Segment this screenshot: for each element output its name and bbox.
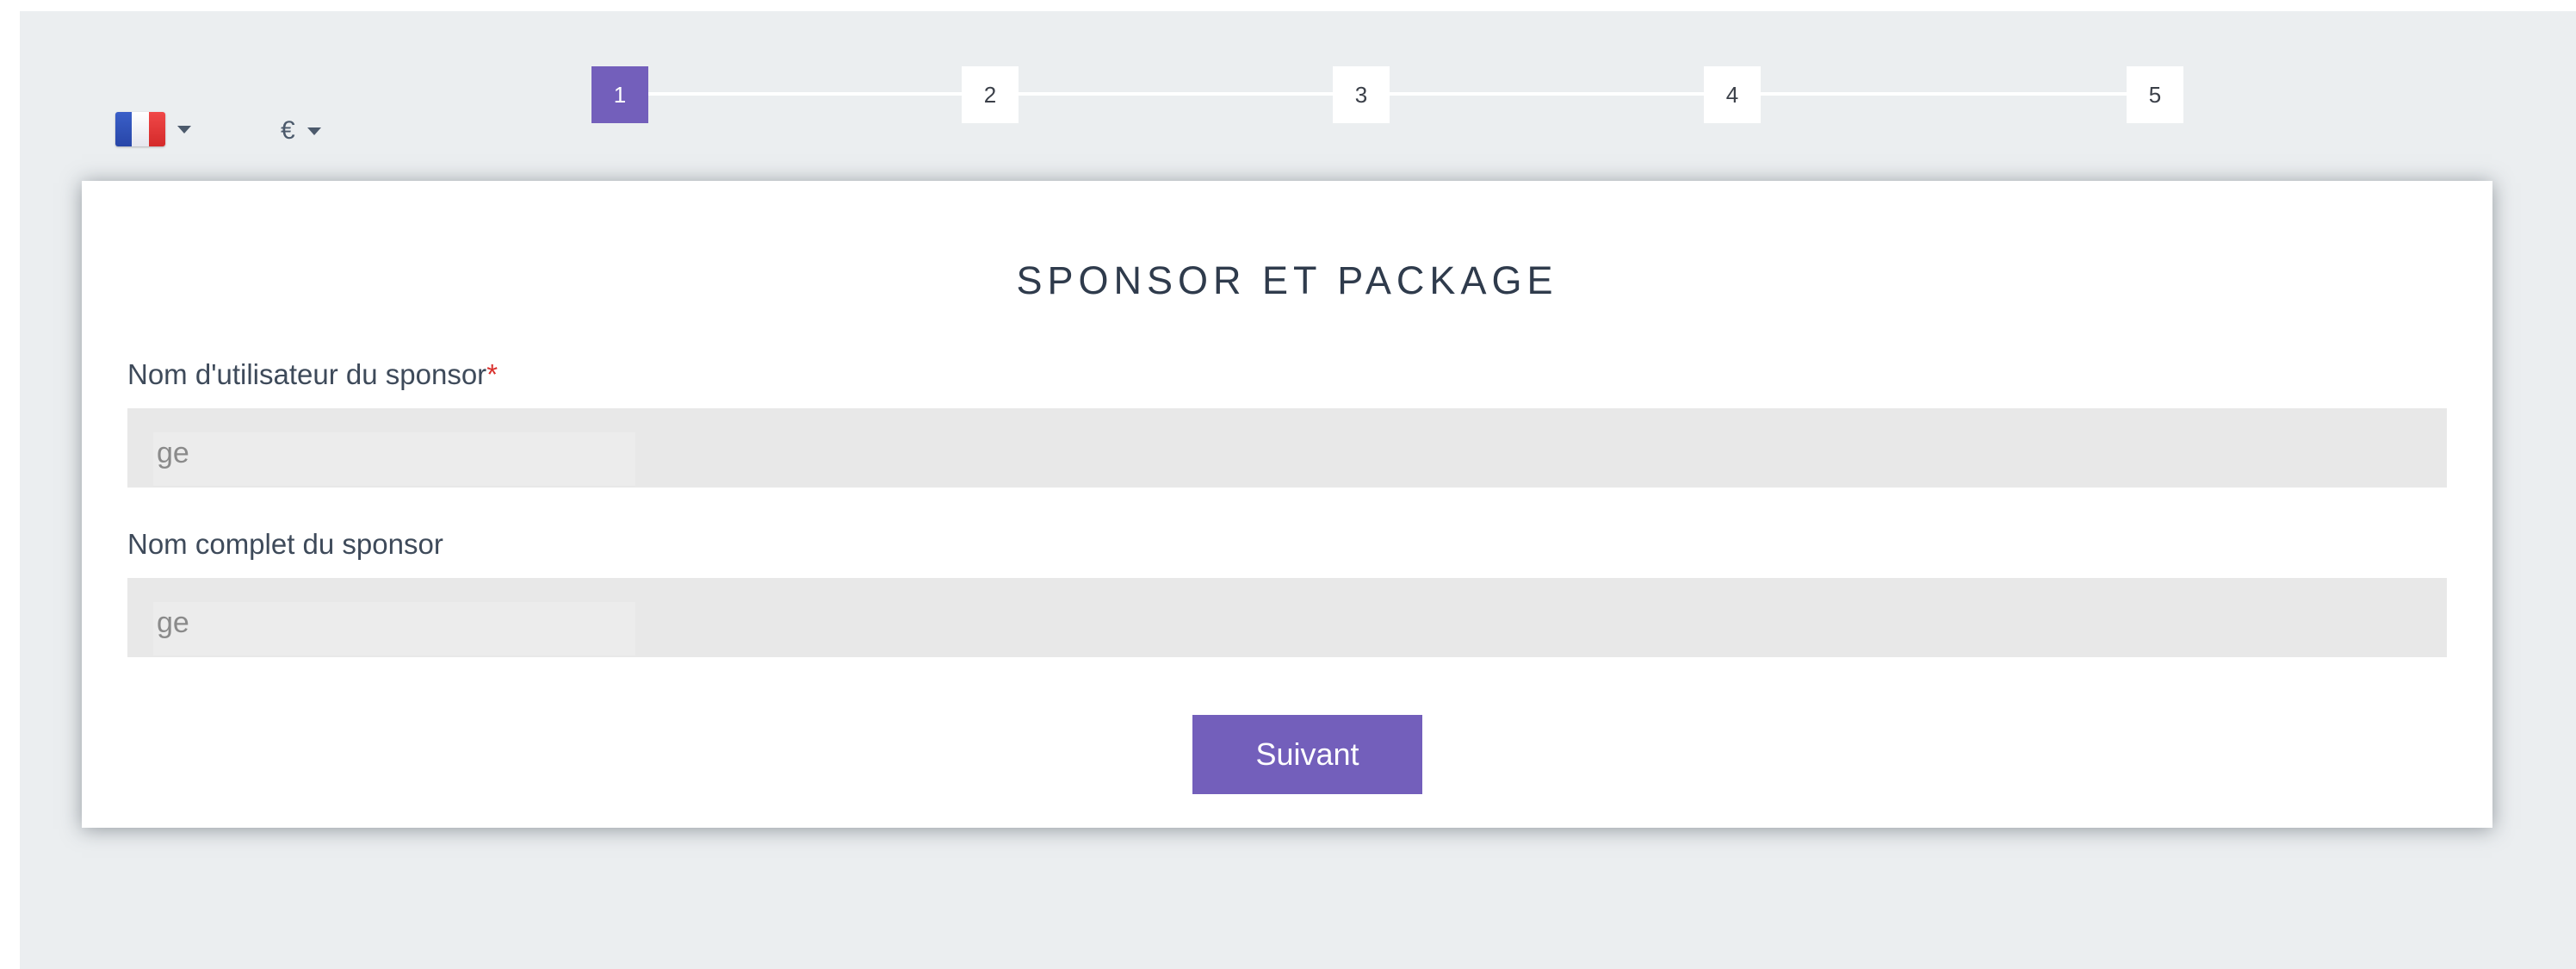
step-5[interactable]: 5 xyxy=(2127,66,2183,123)
page-background: € 1 2 3 4 5 SPONSOR ET PACKAGE Nom d'uti… xyxy=(20,11,2576,969)
sponsor-form-card: SPONSOR ET PACKAGE Nom d'utilisateur du … xyxy=(82,181,2492,828)
france-flag-icon xyxy=(115,112,165,146)
sponsor-username-value: ge xyxy=(153,432,635,486)
chevron-down-icon xyxy=(177,125,191,134)
sponsor-fullname-value: ge xyxy=(153,602,635,655)
currency-symbol: € xyxy=(281,116,295,145)
sponsor-username-input[interactable]: ge xyxy=(127,408,2447,488)
sponsor-username-label-text: Nom d'utilisateur du sponsor xyxy=(127,358,487,390)
step-progress: 1 2 3 4 5 xyxy=(591,66,2183,123)
step-3[interactable]: 3 xyxy=(1333,66,1390,123)
required-marker: * xyxy=(486,358,498,390)
sponsor-username-label: Nom d'utilisateur du sponsor* xyxy=(127,358,498,391)
step-2[interactable]: 2 xyxy=(962,66,1019,123)
step-1[interactable]: 1 xyxy=(591,66,648,123)
currency-selector[interactable]: € xyxy=(281,111,321,151)
sponsor-fullname-input[interactable]: ge xyxy=(127,578,2447,657)
next-button[interactable]: Suivant xyxy=(1192,715,1422,794)
form-title: SPONSOR ET PACKAGE xyxy=(1016,258,1558,302)
step-4[interactable]: 4 xyxy=(1704,66,1761,123)
chevron-down-icon xyxy=(307,127,321,135)
sponsor-fullname-label: Nom complet du sponsor xyxy=(127,528,443,560)
language-selector[interactable] xyxy=(115,109,191,149)
